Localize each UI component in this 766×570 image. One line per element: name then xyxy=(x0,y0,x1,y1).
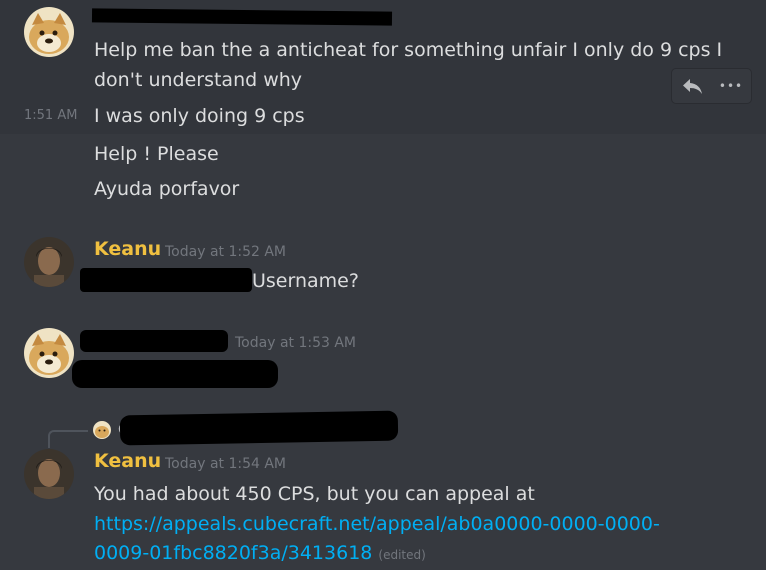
message-line: Ayuda porfavor xyxy=(94,178,240,200)
avatar-doge[interactable] xyxy=(24,328,74,378)
appeal-link-cont[interactable]: 0009-01fbc8820f3a/3413618 xyxy=(94,542,372,564)
reply-avatar-doge xyxy=(93,421,111,439)
redacted-reply-preview xyxy=(119,410,399,446)
avatar-keanu[interactable] xyxy=(24,237,74,287)
message-line: You had about 450 CPS, but you can appea… xyxy=(94,483,535,505)
reply-icon[interactable] xyxy=(673,69,711,103)
message-line-wrap: 0009-01fbc8820f3a/3413618 (edited) xyxy=(94,538,426,570)
message-timestamp: Today at 1:54 AM xyxy=(165,456,287,472)
more-options-icon[interactable]: ••• xyxy=(712,69,750,103)
message-line: Help ! Please xyxy=(94,143,219,165)
edited-tag: (edited) xyxy=(378,548,426,562)
reply-connector xyxy=(48,430,88,448)
avatar-keanu[interactable] xyxy=(24,449,74,499)
message-line: Username? xyxy=(252,270,359,292)
message-timestamp: Today at 1:53 AM xyxy=(235,335,357,351)
message-timestamp: Today at 1:52 AM xyxy=(165,244,287,260)
author-name[interactable]: Keanu xyxy=(94,238,161,260)
redacted-message xyxy=(72,360,278,388)
message-line: don't understand why xyxy=(94,69,303,91)
avatar-doge[interactable] xyxy=(24,7,74,57)
appeal-link[interactable]: https://appeals.cubecraft.net/appeal/ab0… xyxy=(94,509,660,539)
hover-timestamp: 1:51 AM xyxy=(24,108,78,123)
redacted-mention xyxy=(80,268,252,292)
message-line: Help me ban the a anticheat for somethin… xyxy=(94,39,723,61)
message-toolbar: ••• xyxy=(671,68,752,104)
message-line: I was only doing 9 cps xyxy=(94,105,305,127)
redacted-username xyxy=(80,330,228,352)
author-name[interactable]: Keanu xyxy=(94,450,161,472)
